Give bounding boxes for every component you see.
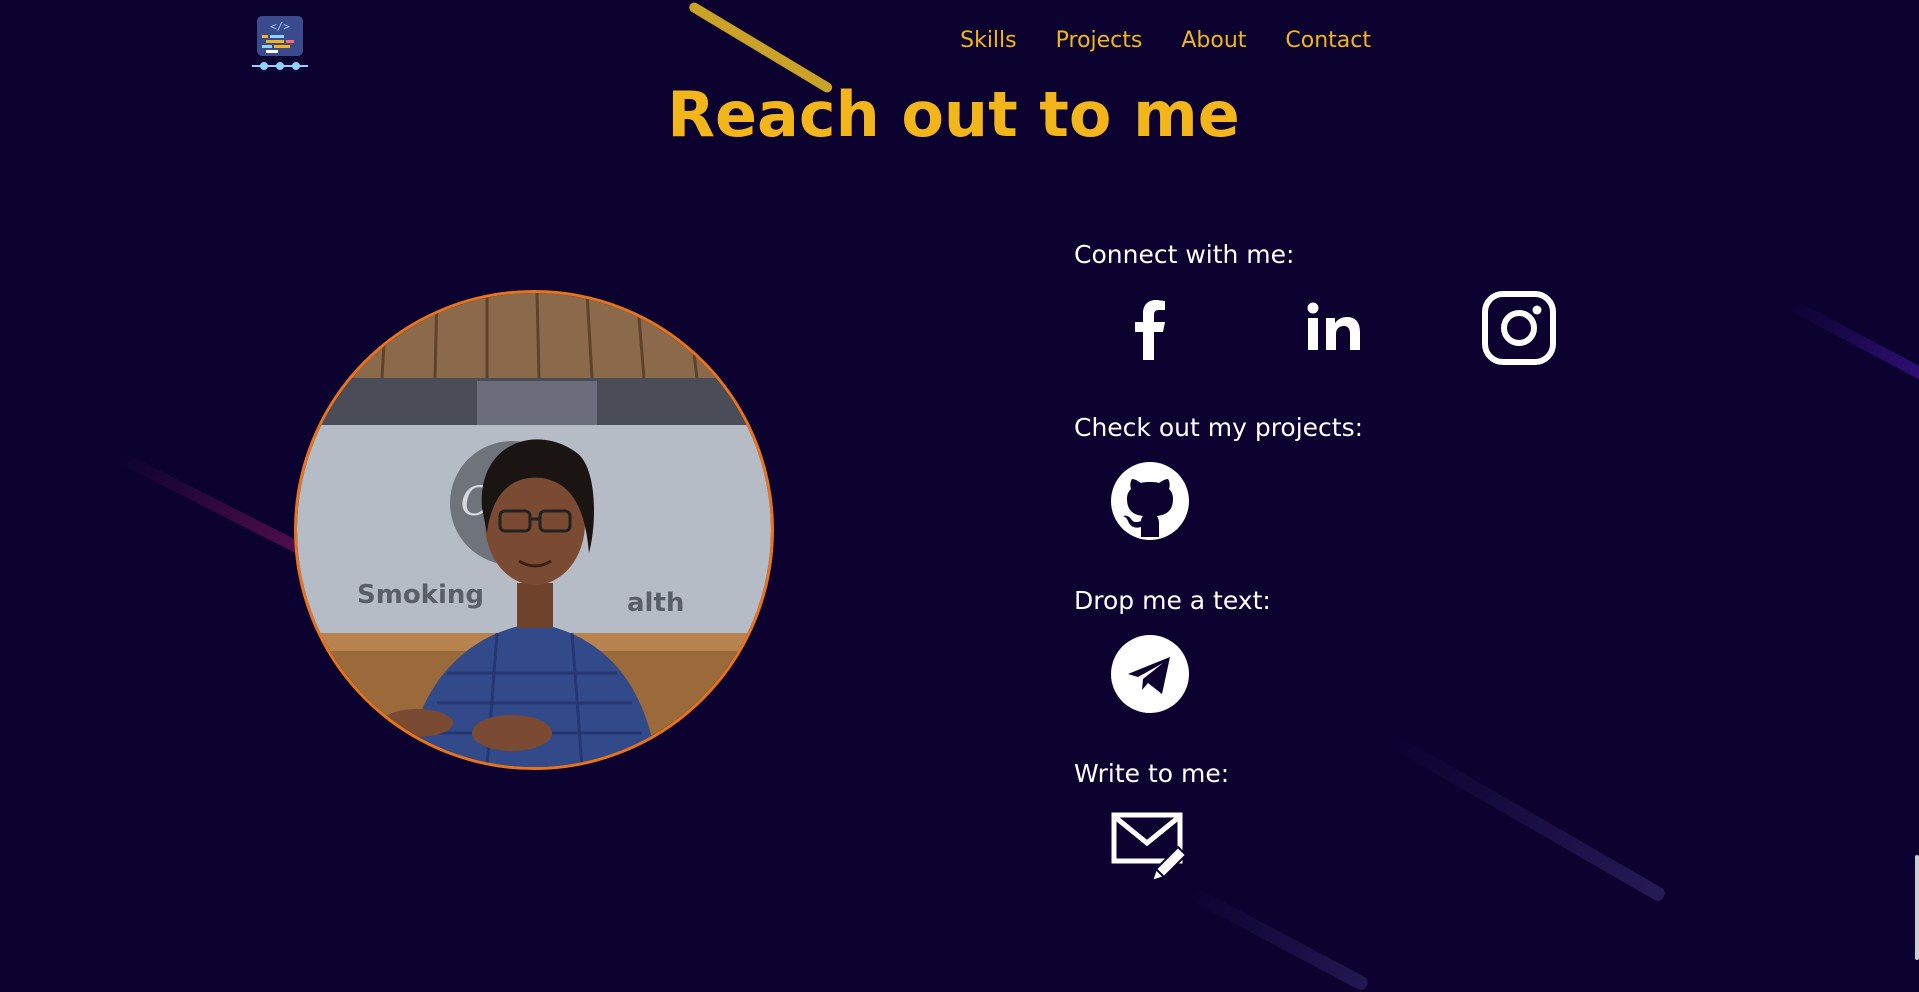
instagram-icon[interactable] <box>1479 288 1559 368</box>
nav-link-about[interactable]: About <box>1181 28 1246 53</box>
linkedin-icon[interactable] <box>1294 288 1374 368</box>
text-label: Drop me a text: <box>1074 586 1271 615</box>
decorative-streak-purple <box>1787 298 1919 404</box>
top-nav: Skills Projects About Contact <box>960 28 1371 53</box>
connect-label: Connect with me: <box>1074 240 1295 269</box>
page-scrollbar[interactable] <box>1915 855 1919 960</box>
facebook-icon[interactable] <box>1110 288 1190 368</box>
decorative-streak-dark-2 <box>1186 885 1370 992</box>
svg-text:Smoking: Smoking <box>357 580 484 610</box>
projects-label: Check out my projects: <box>1074 413 1364 442</box>
nav-link-contact[interactable]: Contact <box>1285 28 1371 53</box>
github-icon[interactable] <box>1110 461 1190 541</box>
site-logo[interactable]: </> <box>250 14 310 74</box>
telegram-icon[interactable] <box>1110 634 1190 714</box>
mail-icon[interactable] <box>1110 807 1190 887</box>
profile-photo: Cook Smoking alth <box>294 290 774 770</box>
nav-link-projects[interactable]: Projects <box>1056 28 1143 53</box>
nav-link-skills[interactable]: Skills <box>960 28 1017 53</box>
svg-text:alth: alth <box>627 588 684 618</box>
decorative-streak-dark <box>1391 735 1667 904</box>
write-label: Write to me: <box>1074 759 1230 788</box>
svg-text:</>: </> <box>270 20 290 33</box>
page-title: Reach out to me <box>667 78 1240 151</box>
